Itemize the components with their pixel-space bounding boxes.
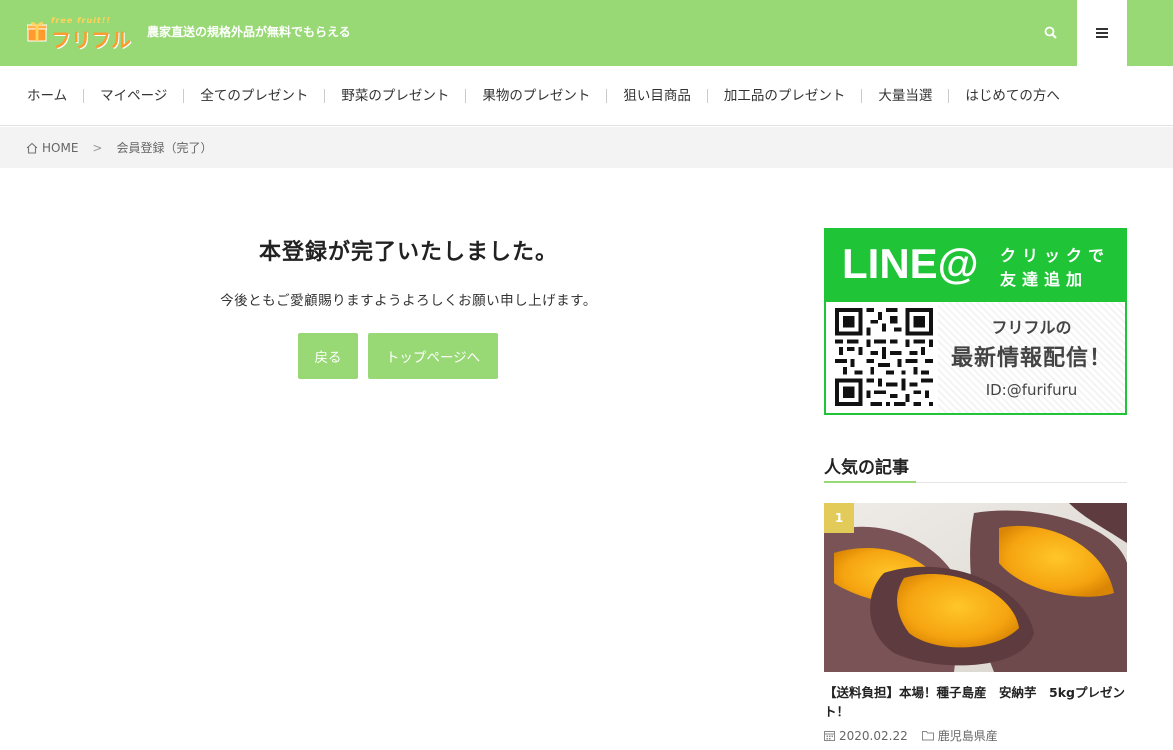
back-button[interactable]: 戻る (298, 333, 358, 379)
site-description: 農家直送の規格外品が無料でもらえる (147, 25, 351, 39)
site-logo[interactable]: free fruit!! フリフル (26, 14, 138, 52)
post-title-link[interactable]: 【送料負担】本場！種子島産 安納芋 5kgプレゼント！ (824, 683, 1127, 721)
search-icon (1044, 26, 1057, 39)
nav-item-beginners[interactable]: はじめての方へ (948, 89, 1076, 103)
top-page-button[interactable]: トップページへ (368, 333, 498, 379)
line-add-friend-banner[interactable]: LINE@ クリックで 友達追加 フリフルの 最新情報配信！ ID:@furif… (824, 228, 1127, 415)
post-category-text: 鹿児島県産 (937, 729, 998, 743)
hamburger-menu-icon (1096, 28, 1108, 38)
nav-item-mypage[interactable]: マイページ (83, 89, 183, 103)
qr-code-image (835, 308, 933, 406)
sweet-potato-image (824, 503, 1127, 672)
line-banner-header: LINE@ クリックで 友達追加 (826, 230, 1125, 302)
logo-name: フリフル (51, 28, 131, 52)
popular-posts-heading: 人気の記事 (824, 453, 1127, 483)
line-banner-info: フリフルの 最新情報配信！ ID:@furifuru (938, 302, 1125, 413)
line-add-text: 友達追加 (1000, 270, 1089, 289)
global-nav: ホーム マイページ 全てのプレゼント 野菜のプレゼント 果物のプレゼント 狙い目… (0, 66, 1173, 126)
breadcrumb: HOME > 会員登録（完了） (0, 127, 1173, 168)
nav-item-bulk[interactable]: 大量当選 (861, 89, 948, 103)
calendar-icon (824, 731, 835, 741)
folder-icon (921, 731, 934, 741)
line-main-text: 最新情報配信！ (950, 346, 1112, 371)
breadcrumb-home-label: HOME (42, 140, 79, 155)
post-thumbnail[interactable] (824, 503, 1127, 672)
home-icon (26, 142, 38, 154)
gift-box-icon (27, 21, 47, 42)
rank-badge: 1 (824, 503, 854, 533)
line-id-text: ID:@furifuru (985, 381, 1078, 399)
post-date-text: 2020.02.22 (839, 728, 908, 743)
nav-item-vegetables[interactable]: 野菜のプレゼント (324, 89, 465, 103)
line-click-text: クリックで (1000, 246, 1111, 265)
breadcrumb-home[interactable]: HOME (26, 141, 78, 155)
breadcrumb-current: 会員登録（完了） (116, 141, 213, 155)
search-button[interactable] (1034, 18, 1066, 46)
nav-item-all-presents[interactable]: 全てのプレゼント (183, 89, 324, 103)
nav-item-processed[interactable]: 加工品のプレゼント (706, 89, 862, 103)
site-header: free fruit!! フリフル 農家直送の規格外品が無料でもらえる (0, 0, 1173, 66)
post-category[interactable]: 鹿児島県産 (921, 727, 998, 744)
post-meta: 2020.02.22 鹿児島県産 (824, 727, 1127, 744)
menu-button[interactable] (1077, 0, 1127, 66)
nav-item-home[interactable]: ホーム (11, 89, 83, 103)
nav-item-targets[interactable]: 狙い目商品 (606, 89, 707, 103)
line-sub-text: フリフルの (991, 318, 1072, 337)
breadcrumb-separator: > (92, 140, 103, 155)
thank-you-message: 今後ともご愛顧賜りますようよろしくお願い申し上げます。 (220, 293, 597, 309)
nav-item-fruits[interactable]: 果物のプレゼント (465, 89, 606, 103)
post-date: 2020.02.22 (824, 729, 908, 743)
line-logo: LINE@ (842, 240, 979, 287)
page-title: 本登録が完了いたしました。 (258, 240, 558, 265)
